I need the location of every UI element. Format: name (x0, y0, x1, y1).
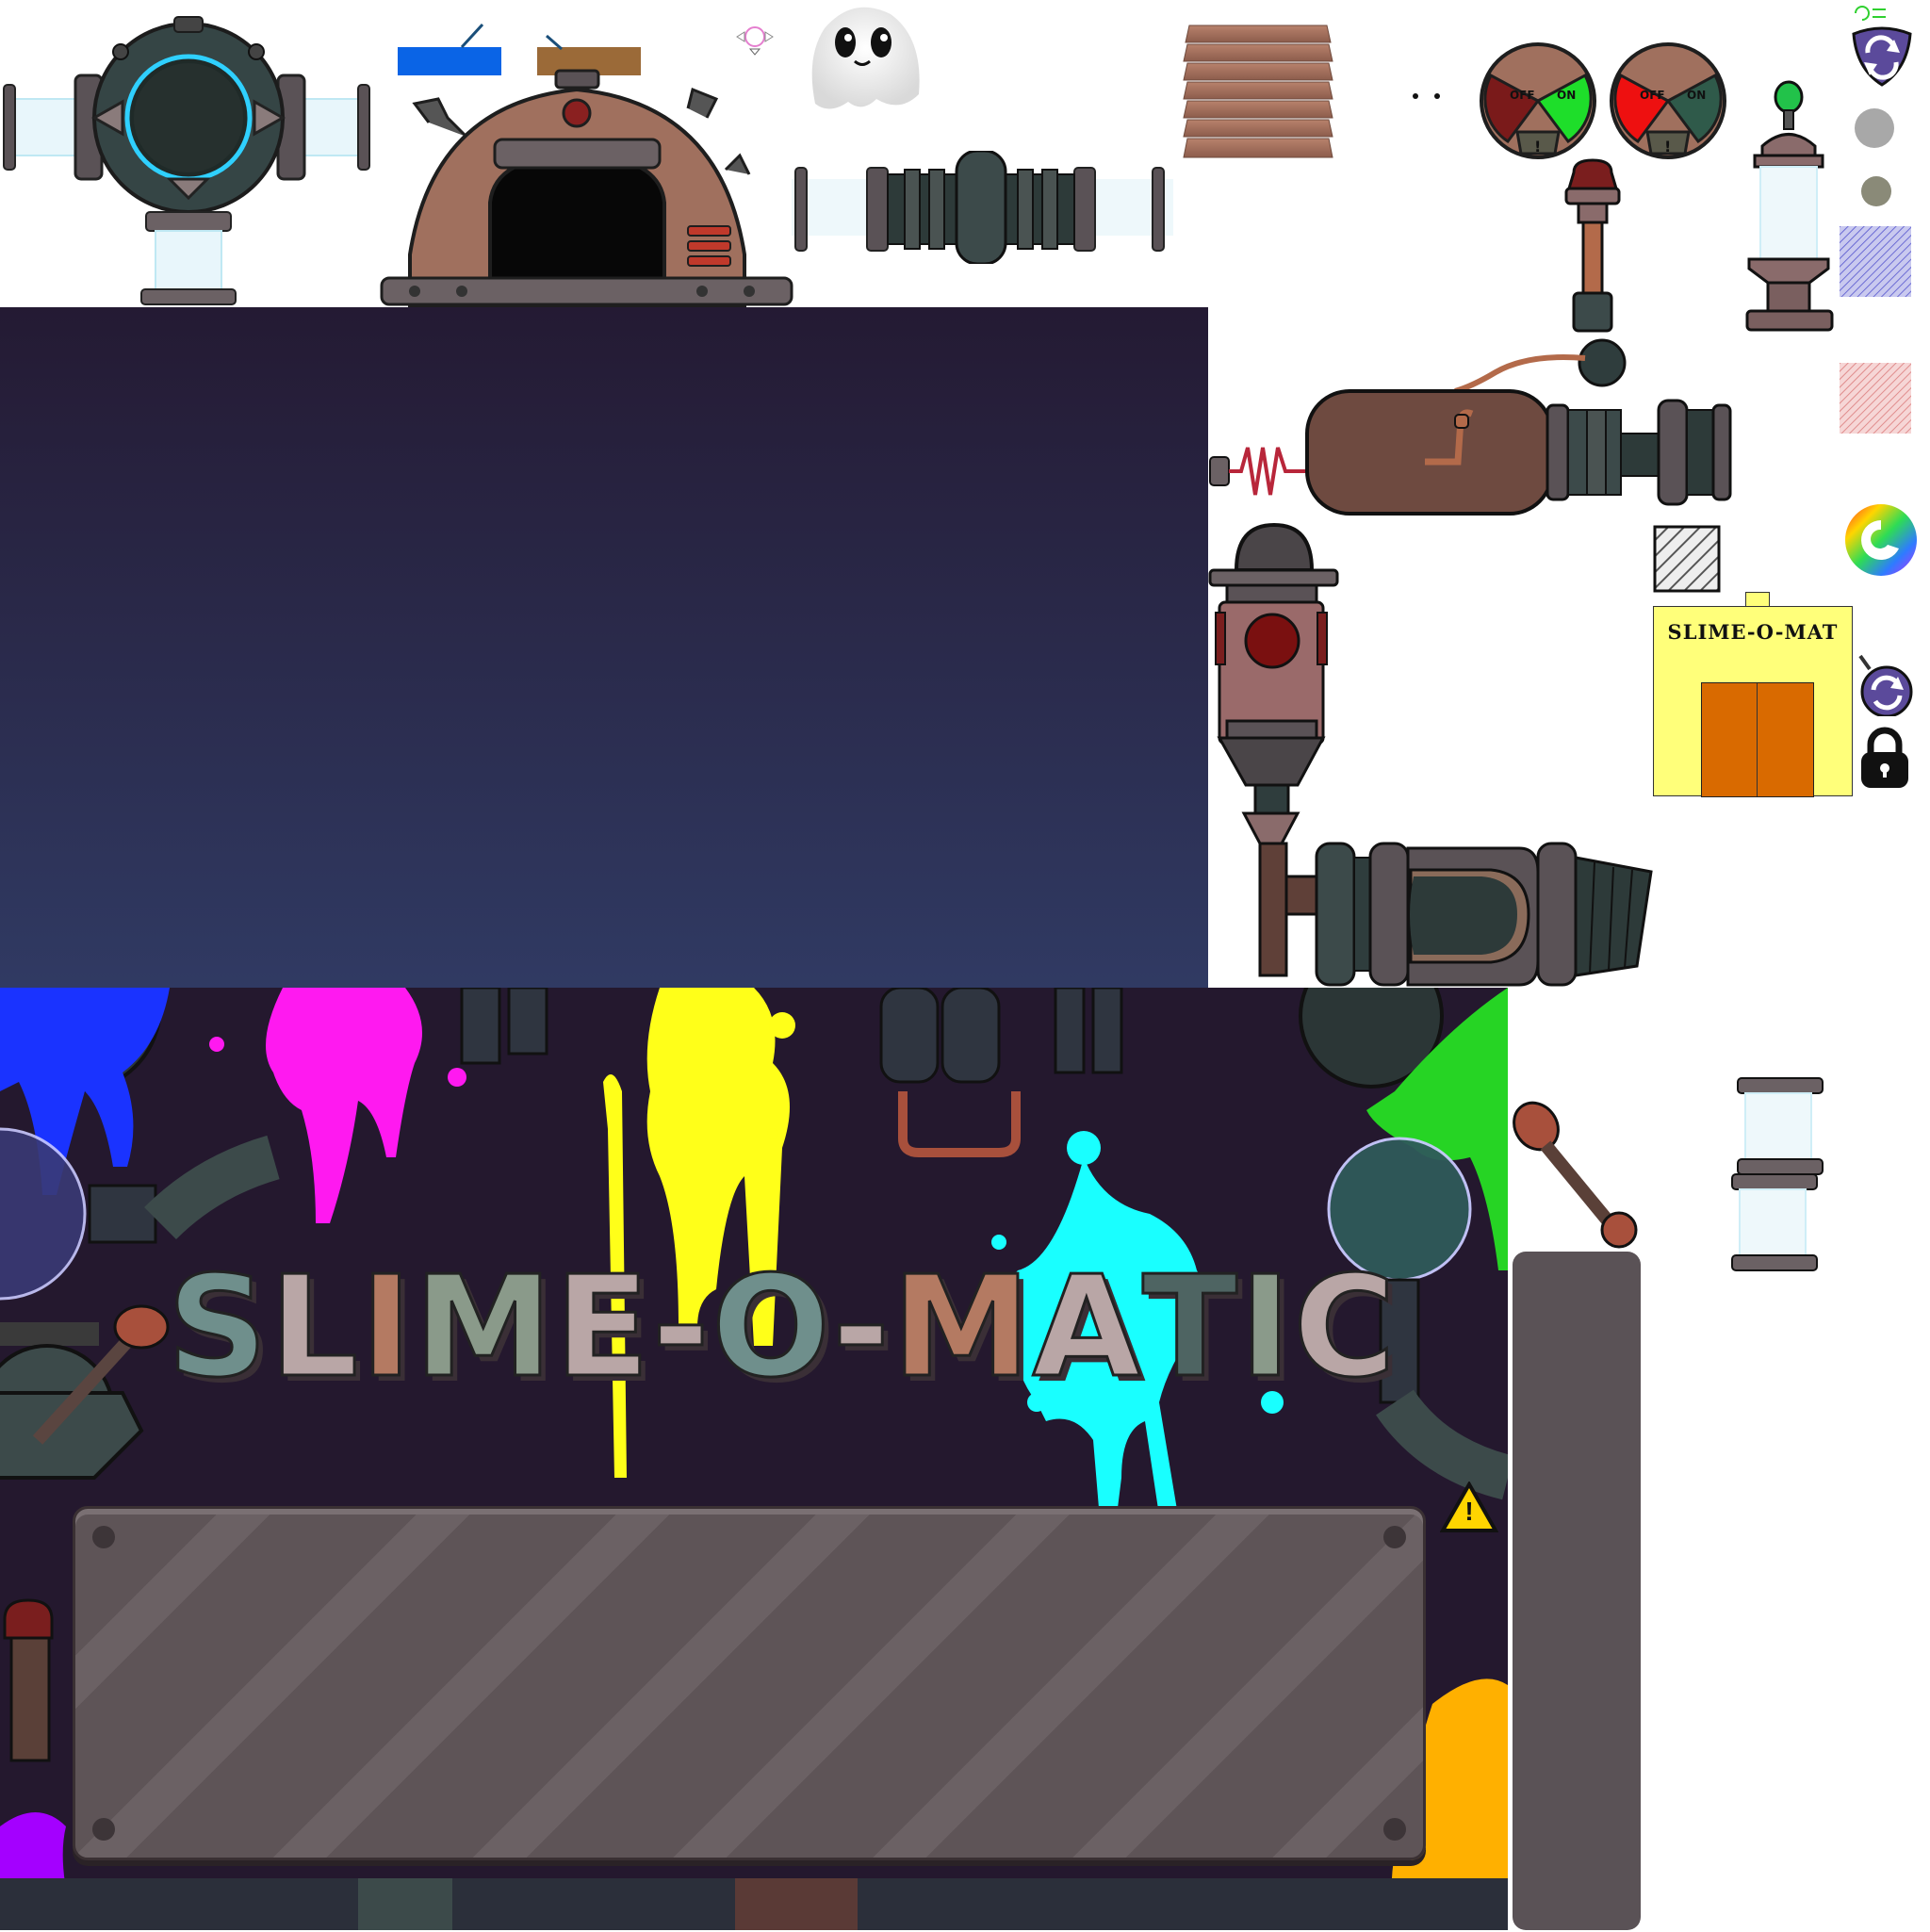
slime-o-mat-machine: SLIME-O-MAT (1653, 592, 1853, 797)
title-letter-i2: I (1238, 1245, 1294, 1410)
off-on-switch-icon: OFF ON ! OFF ON ! (1480, 42, 1726, 159)
olive-dot-icon (1861, 176, 1891, 206)
title-letter-m2: M (891, 1245, 1033, 1410)
blue-hatch-swatch (1840, 226, 1911, 297)
warning-sign: ! (1440, 1482, 1498, 1534)
bellows-pipe (792, 151, 1173, 264)
slime-furnace-icon (380, 69, 793, 308)
title-letter-e: E (553, 1245, 652, 1410)
title-letter-s: S (166, 1245, 270, 1410)
switch1-warning: ! (1534, 138, 1541, 156)
title-letter-m: M (413, 1245, 555, 1410)
panel-screw-bl (92, 1818, 115, 1841)
side-lever-pillar (1508, 1093, 1644, 1932)
red-hatch-swatch (1840, 363, 1911, 434)
switch1-off-label: OFF (1510, 89, 1535, 102)
title-letter-a: A (1031, 1245, 1143, 1410)
off-on-switches: OFF ON ! OFF ON ! (1480, 42, 1734, 165)
mini-refresh-icons (1855, 6, 1886, 21)
machine-sign-label: SLIME-O-MAT (1667, 620, 1839, 644)
boiler-tank (1208, 353, 1755, 523)
ghost-slime-icon (811, 7, 920, 109)
glass-lamp-icon (1745, 80, 1834, 332)
glass-lamp (1743, 80, 1847, 339)
dispenser-tower (1208, 523, 1660, 990)
panel-screw-br (1383, 1818, 1406, 1841)
title-letter-i: I (359, 1245, 415, 1410)
candy-icon (736, 26, 774, 56)
bellows-pipe-icon (792, 151, 1173, 264)
title-menu-panel[interactable] (73, 1506, 1426, 1860)
side-lever-icon[interactable] (1508, 1093, 1644, 1932)
porthole-sprite (0, 9, 386, 311)
boiler-tank-icon (1209, 354, 1732, 516)
panel-screw-tr (1383, 1526, 1406, 1548)
glass-tube-stack (1725, 1076, 1824, 1272)
night-sky-background (0, 307, 1208, 989)
title-dash-2: - (830, 1245, 892, 1410)
title-dash-1: - (650, 1245, 712, 1410)
title-letter-o: O (711, 1245, 832, 1410)
game-title: S L I M E - O - M A T I C (166, 1245, 1398, 1410)
machine-body: SLIME-O-MAT (1653, 606, 1853, 797)
switch2-off-label: OFF (1640, 89, 1665, 102)
copper-plates-icon (1183, 25, 1333, 158)
copper-plate-stack (1178, 24, 1348, 160)
title-letter-c: C (1292, 1245, 1398, 1410)
glass-tube-icon (1731, 1077, 1824, 1271)
machine-door[interactable] (1701, 682, 1814, 797)
dot-pair-icon (1413, 93, 1440, 99)
switch2-warning: ! (1664, 138, 1671, 156)
title-screen: S L I M E - O - M A T I C ! (0, 988, 1508, 1930)
title-letter-l: L (268, 1245, 361, 1410)
panel-screw-tl (92, 1526, 115, 1548)
grey-dot-icon (1855, 108, 1894, 148)
porthole-icon (3, 16, 370, 305)
padlock-icon[interactable] (1856, 726, 1913, 792)
refresh-badge-icon-2[interactable] (1855, 650, 1915, 716)
switch1-on-label: ON (1557, 89, 1576, 102)
slime-furnace (377, 66, 801, 311)
refresh-badge-icon[interactable] (1849, 26, 1915, 89)
door-seam (1757, 683, 1758, 796)
warning-sign-glyph: ! (1464, 1497, 1474, 1526)
ghost-slime (796, 0, 938, 118)
switch2-on-label: ON (1687, 89, 1706, 102)
title-letter-t: T (1141, 1245, 1240, 1410)
hatch-tile (1653, 525, 1721, 593)
color-swirl-icon (1845, 504, 1917, 576)
dispenser-tower-icon (1208, 523, 1653, 987)
